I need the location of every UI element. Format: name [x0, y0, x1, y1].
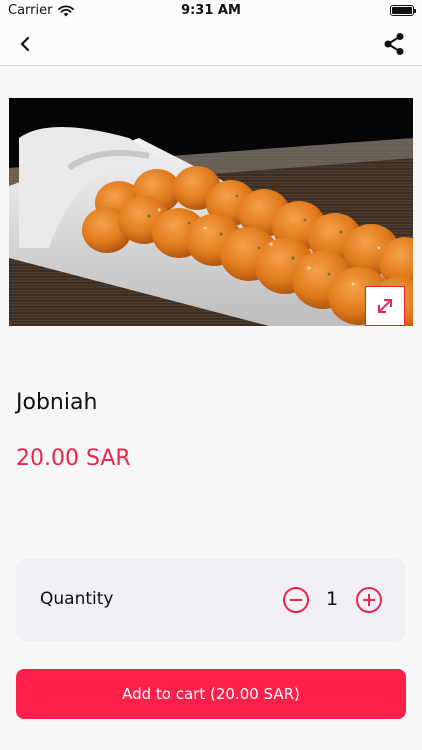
share-button[interactable]	[380, 29, 408, 59]
product-image[interactable]	[9, 98, 413, 326]
back-button[interactable]	[12, 30, 40, 58]
chevron-left-icon	[20, 36, 30, 52]
product-name: Jobniah	[16, 390, 98, 415]
increase-quantity-button[interactable]	[355, 586, 383, 614]
navigation-bar	[0, 22, 422, 66]
quantity-label: Quantity	[40, 589, 114, 609]
expand-icon	[378, 299, 392, 313]
product-detail-screen: Carrier 9:31 AM Jobniah 20.00 SAR Quanti…	[0, 0, 422, 750]
share-icon	[384, 33, 404, 55]
product-photo	[9, 98, 413, 326]
quantity-selector: Quantity 1	[16, 559, 406, 641]
decrease-quantity-button[interactable]	[282, 586, 310, 614]
battery-icon	[390, 5, 416, 16]
status-time: 9:31 AM	[181, 3, 241, 18]
add-to-cart-button[interactable]: Add to cart (20.00 SAR)	[16, 669, 406, 719]
product-price: 20.00 SAR	[16, 446, 131, 471]
minus-circle-icon	[283, 587, 309, 613]
quantity-value: 1	[325, 588, 339, 610]
status-bar: Carrier 9:31 AM	[0, 0, 422, 22]
expand-image-button[interactable]	[365, 286, 405, 326]
plus-circle-icon	[356, 587, 382, 613]
